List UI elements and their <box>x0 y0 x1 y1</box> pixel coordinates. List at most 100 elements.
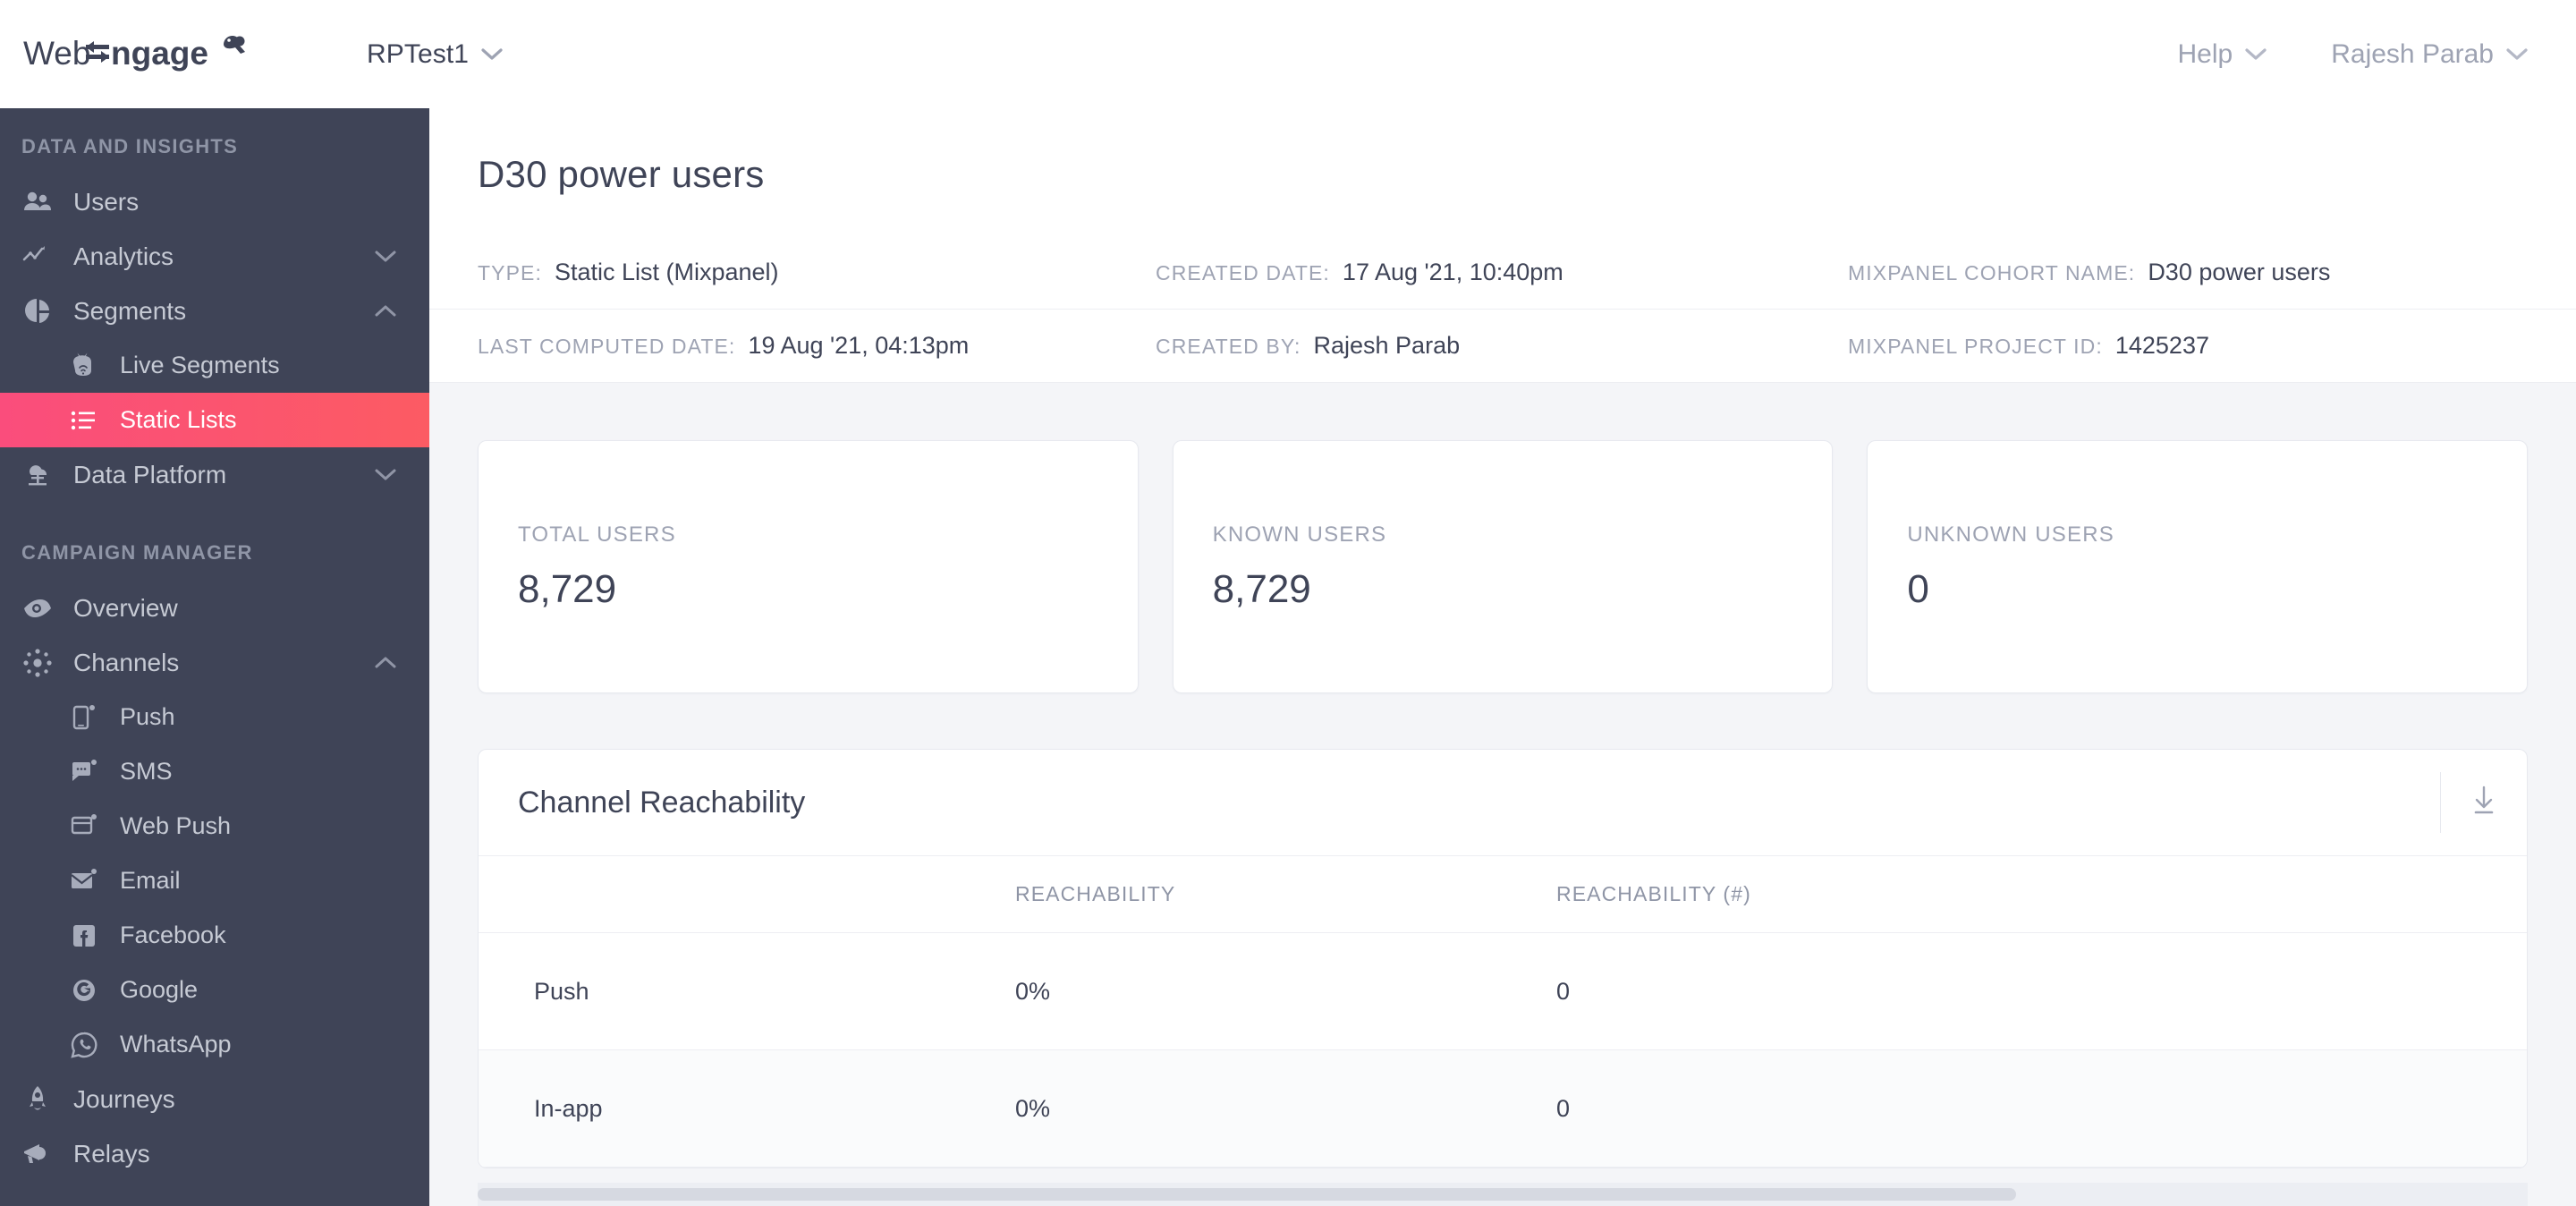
sidebar-item-label: Email <box>120 867 181 894</box>
cell-reachability: 0% <box>1015 977 1051 1005</box>
stat-card: KNOWN USERS 8,729 <box>1172 440 1834 693</box>
chevron-down-icon[interactable] <box>374 250 397 263</box>
cell-reachability: 0% <box>1015 1094 1051 1122</box>
metadata-key: CREATED DATE: <box>1156 260 1330 285</box>
sidebar-item-label: Segments <box>73 296 187 325</box>
table-row: In-app 0% 0 <box>479 1050 2527 1168</box>
stat-card-label: UNKNOWN USERS <box>1907 522 2114 547</box>
whatsapp-icon <box>68 1029 107 1061</box>
channel-reachability-panel: Channel Reachability REACHABILITY REACHA… <box>478 749 2528 1168</box>
panel-header: Channel Reachability <box>479 750 2527 856</box>
sidebar-item-static-lists[interactable]: Static Lists <box>0 393 429 447</box>
page-title: D30 power users <box>478 153 765 195</box>
metadata-item: CREATED DATE: 17 Aug '21, 10:40pm <box>1156 259 1848 286</box>
sidebar-item-label: Web Push <box>120 812 232 839</box>
metadata-item: MIXPANEL PROJECT ID: 1425237 <box>1848 332 2576 360</box>
pie-chart-icon <box>21 295 61 327</box>
rocket-icon <box>21 1083 61 1116</box>
sidebar-item-web-push[interactable]: Web Push <box>0 799 429 854</box>
sidebar-item-label: Analytics <box>73 242 174 270</box>
sidebar-item-label: SMS <box>120 758 173 785</box>
sidebar-item-google[interactable]: Google <box>0 963 429 1017</box>
panel-actions <box>2440 750 2527 855</box>
users-icon <box>21 186 61 218</box>
panel-title: Channel Reachability <box>518 785 806 820</box>
web-push-icon <box>68 811 107 843</box>
metadata-value: D30 power users <box>2148 258 2331 285</box>
sms-bubble-icon <box>68 756 107 788</box>
facebook-icon <box>68 920 107 952</box>
list-icon <box>68 404 107 437</box>
email-envelope-icon <box>68 865 107 897</box>
sidebar-item-segments[interactable]: Segments <box>0 284 429 338</box>
sidebar-item-live-segments[interactable]: Live Segments <box>0 338 429 393</box>
chevron-down-icon <box>2506 47 2528 61</box>
sidebar-item-label: Channels <box>73 648 180 676</box>
project-selector[interactable]: RPTest1 <box>367 39 503 70</box>
sidebar-item-facebook[interactable]: Facebook <box>0 908 429 963</box>
table-row: Push 0% 0 <box>479 933 2527 1050</box>
chevron-up-icon[interactable] <box>374 304 397 318</box>
download-icon <box>2468 784 2500 822</box>
sidebar: DATA AND INSIGHTS Users Analytics Segments L… <box>0 108 429 1206</box>
chevron-up-icon[interactable] <box>374 656 397 669</box>
chevron-down-icon <box>481 47 503 61</box>
reachability-table: REACHABILITY REACHABILITY (#) Push 0% 0 In-ap… <box>479 856 2527 1168</box>
sidebar-item-label: Google <box>120 976 199 1003</box>
horizontal-scrollbar[interactable] <box>478 1183 2528 1206</box>
sidebar-item-journeys[interactable]: Journeys <box>0 1072 429 1126</box>
download-button[interactable] <box>2441 750 2527 855</box>
sidebar-item-whatsapp[interactable]: WhatsApp <box>0 1017 429 1072</box>
user-menu[interactable]: Rajesh Parab <box>2331 39 2528 70</box>
metadata-key: CREATED BY: <box>1156 335 1301 358</box>
body-area: DATA AND INSIGHTS Users Analytics Segments L… <box>0 108 2576 1206</box>
app-root: Web ngage RPTest1 Help Rajesh Parab DATA… <box>0 0 2576 1206</box>
column-header-reachability: REACHABILITY <box>1015 882 1176 905</box>
push-phone-icon <box>68 701 107 734</box>
sidebar-item-users[interactable]: Users <box>0 174 429 229</box>
metadata-key: MIXPANEL PROJECT ID: <box>1848 335 2103 358</box>
sidebar-item-analytics[interactable]: Analytics <box>0 229 429 284</box>
metadata-value: Static List (Mixpanel) <box>554 258 779 285</box>
metadata-row: TYPE: Static List (Mixpanel) CREATED DATE:… <box>429 235 2576 309</box>
cloud-data-icon <box>21 459 61 491</box>
analytics-line-icon <box>21 241 61 273</box>
svg-text:Web: Web <box>23 35 90 72</box>
sidebar-item-data-platform[interactable]: Data Platform <box>0 447 429 502</box>
sidebar-item-sms[interactable]: SMS <box>0 744 429 799</box>
sidebar-item-overview[interactable]: Overview <box>0 581 429 635</box>
sidebar-item-label: WhatsApp <box>120 1031 232 1057</box>
sidebar-item-label: Relays <box>73 1139 150 1168</box>
webengage-logo[interactable]: Web ngage <box>0 32 268 77</box>
sidebar-item-push[interactable]: Push <box>0 690 429 744</box>
scrollbar-thumb[interactable] <box>478 1188 2016 1201</box>
sidebar-item-label: Facebook <box>120 921 226 948</box>
sidebar-item-label: Users <box>73 187 140 216</box>
sidebar-item-relays[interactable]: Relays <box>0 1126 429 1181</box>
metadata-rows: TYPE: Static List (Mixpanel) CREATED DATE:… <box>429 235 2576 383</box>
help-menu[interactable]: Help <box>2178 39 2267 70</box>
main-content: D30 power users TYPE: Static List (Mixpan… <box>429 108 2576 1206</box>
sidebar-item-email[interactable]: Email <box>0 854 429 908</box>
metadata-key: LAST COMPUTED DATE: <box>478 335 736 358</box>
stat-card-label: KNOWN USERS <box>1212 522 1387 547</box>
page-header: D30 power users TYPE: Static List (Mixpan… <box>429 108 2576 383</box>
metadata-value: Rajesh Parab <box>1313 332 1461 359</box>
channels-icon <box>21 647 61 679</box>
sidebar-section-title: CAMPAIGN MANAGER <box>21 541 253 564</box>
metadata-item: CREATED BY: Rajesh Parab <box>1156 332 1848 360</box>
metadata-item: LAST COMPUTED DATE: 19 Aug '21, 04:13pm <box>478 332 1156 360</box>
column-header-reachability-count: REACHABILITY (#) <box>1556 882 1751 905</box>
cell-channel-name: In-app <box>534 1094 603 1122</box>
cell-channel-name: Push <box>534 977 589 1005</box>
metadata-item: MIXPANEL COHORT NAME: D30 power users <box>1848 259 2576 286</box>
metadata-value: 17 Aug '21, 10:40pm <box>1342 258 1563 285</box>
sidebar-item-channels[interactable]: Channels <box>0 635 429 690</box>
table-header-row: REACHABILITY REACHABILITY (#) <box>479 856 2527 933</box>
top-bar: Web ngage RPTest1 Help Rajesh Parab <box>0 0 2576 108</box>
svg-text:ngage: ngage <box>111 35 208 72</box>
metadata-value: 19 Aug '21, 04:13pm <box>748 332 970 359</box>
chevron-down-icon[interactable] <box>374 468 397 481</box>
sidebar-item-label: Journeys <box>73 1084 175 1113</box>
metadata-key: TYPE: <box>478 260 542 285</box>
